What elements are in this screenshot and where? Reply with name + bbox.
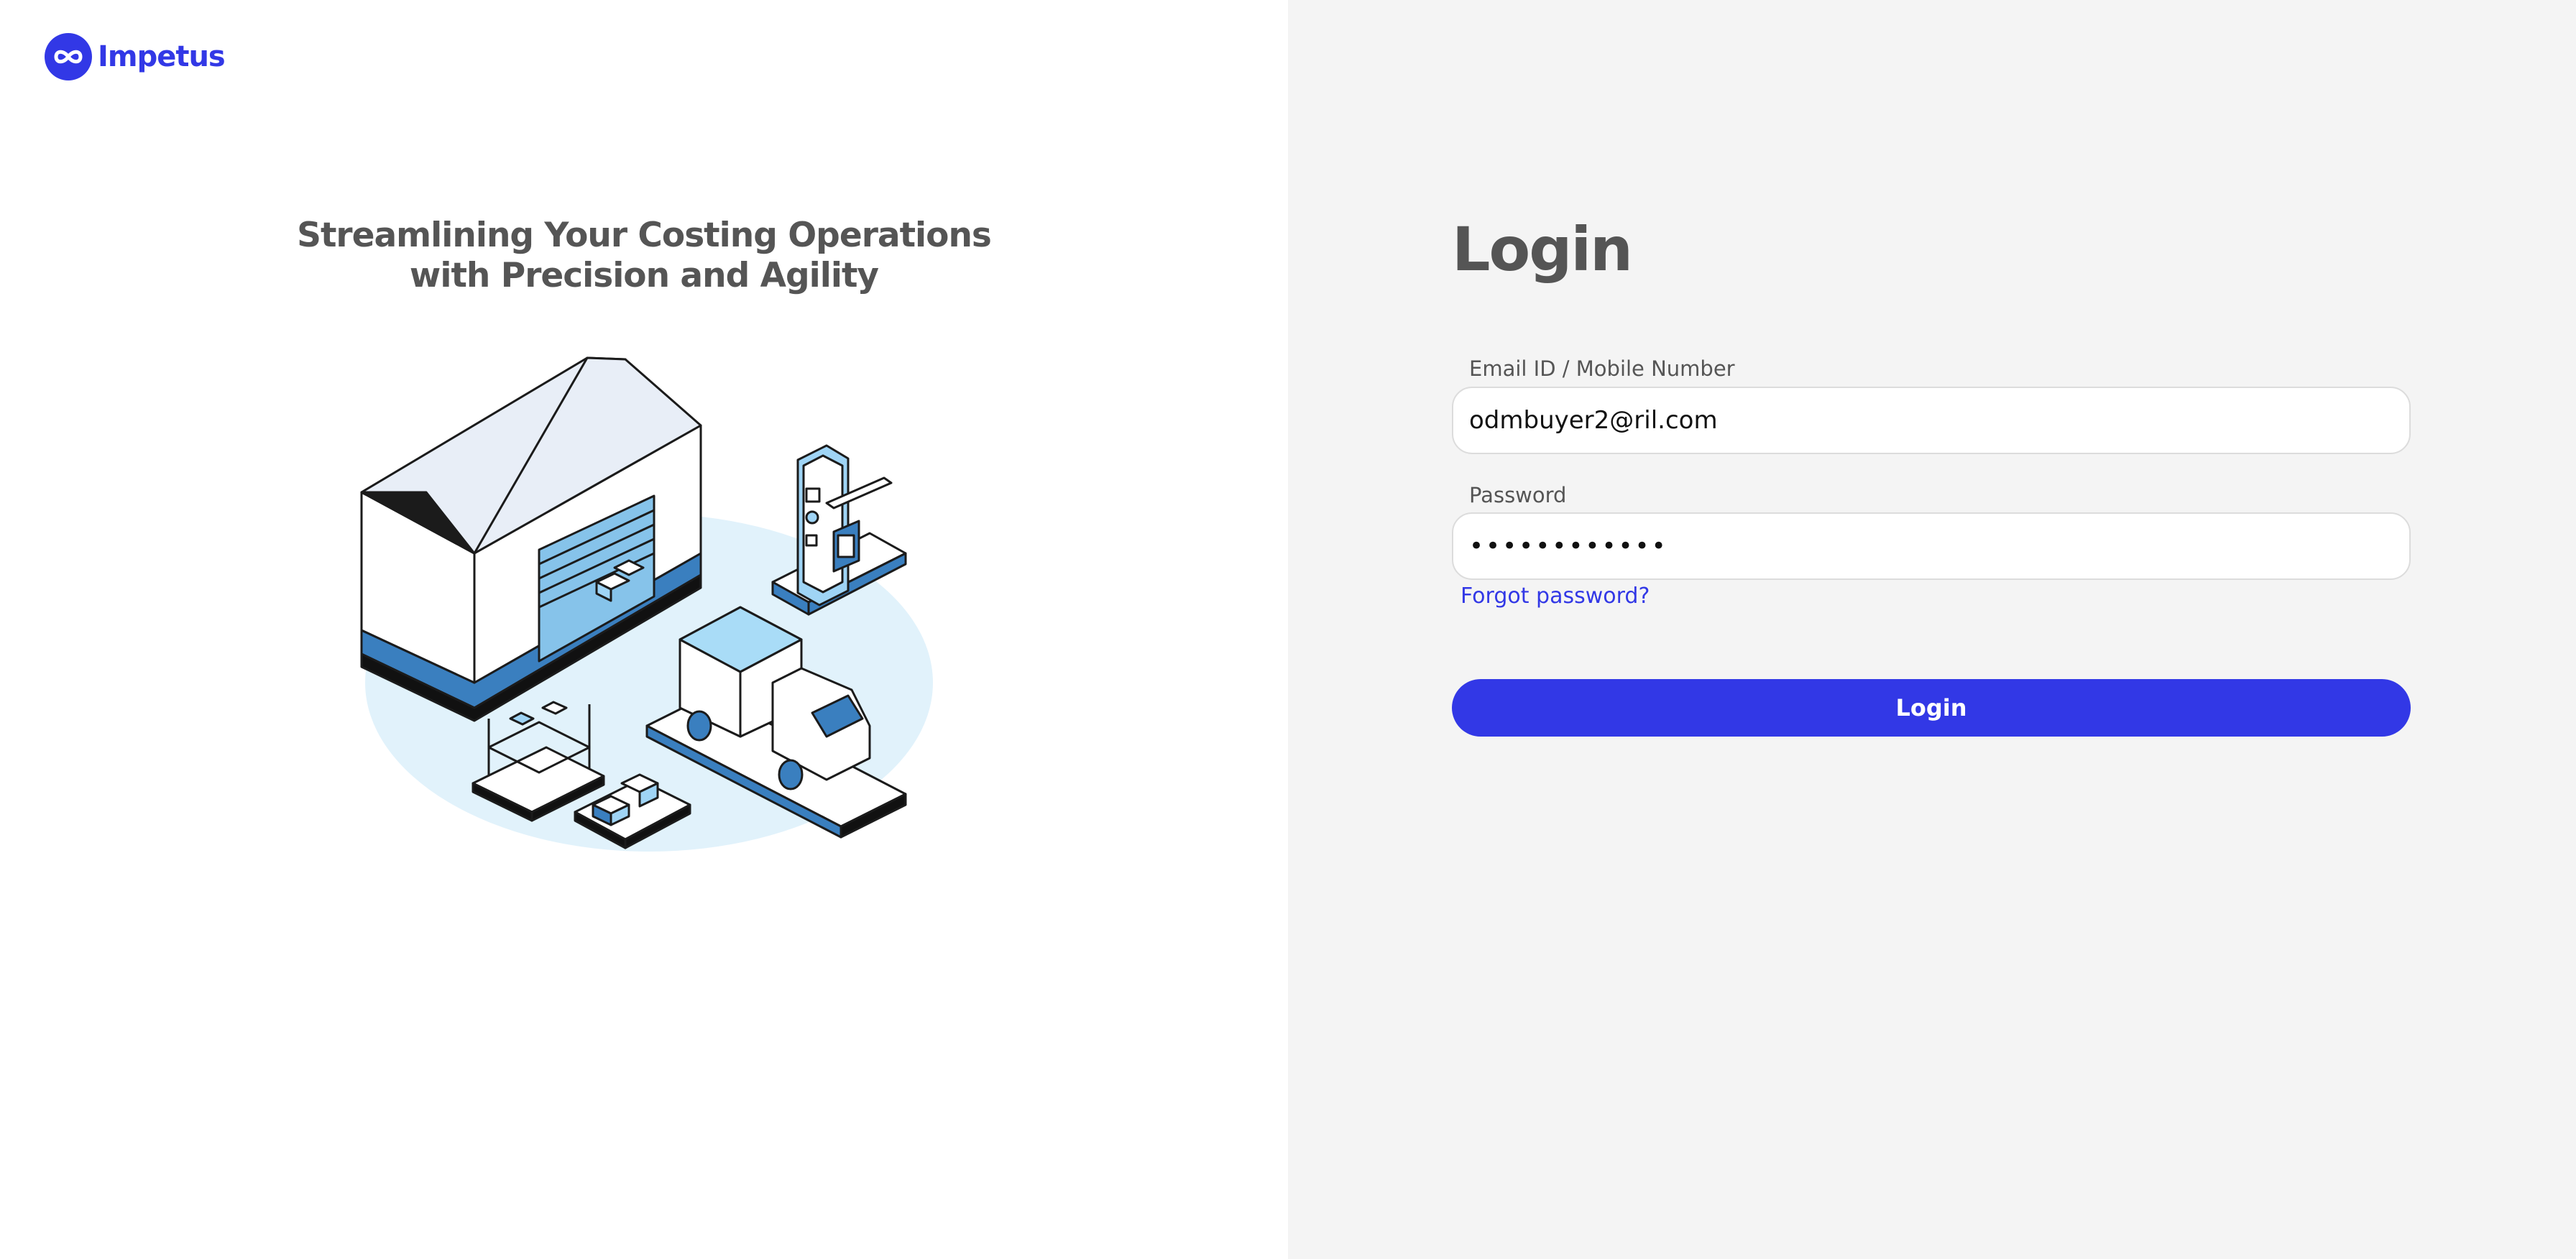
forgot-password-link[interactable]: Forgot password? (1460, 584, 1650, 609)
email-field[interactable] (1452, 387, 2411, 454)
password-label: Password (1469, 483, 1567, 507)
login-page: Impetus Streamlining Your Costing Operat… (0, 0, 2576, 1259)
mobile-app-icon (771, 444, 907, 616)
warehouse-logistics-illustration (360, 356, 933, 852)
infinity-heart-icon (45, 33, 92, 80)
tagline-line-1: Streamlining Your Costing Operations (297, 216, 992, 255)
email-label: Email ID / Mobile Number (1469, 356, 1735, 381)
login-button[interactable]: Login (1452, 679, 2411, 737)
login-title: Login (1452, 214, 1633, 285)
brand-name: Impetus (98, 40, 226, 73)
tagline-line-2: with Precision and Agility (409, 256, 879, 295)
login-panel (1288, 0, 2576, 1259)
password-field[interactable] (1452, 512, 2411, 580)
hero-tagline: Streamlining Your Costing Operations wit… (0, 216, 1288, 296)
brand-logo[interactable]: Impetus (45, 33, 226, 80)
hero-panel: Impetus Streamlining Your Costing Operat… (0, 0, 1288, 1259)
